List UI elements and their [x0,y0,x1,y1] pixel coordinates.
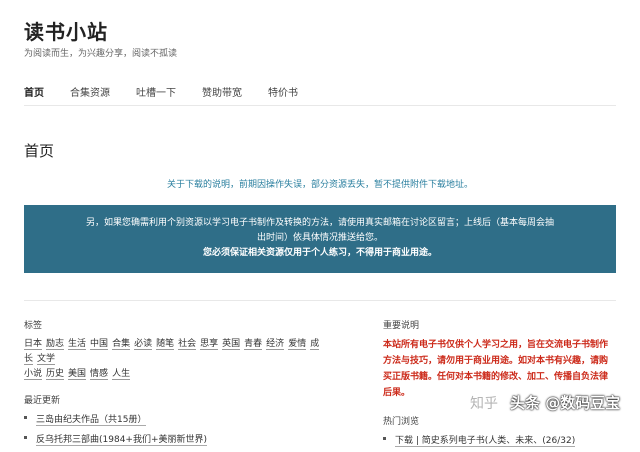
list-item: 反乌托邦三部曲(1984+我们+美丽新世界) [24,432,344,446]
tag-cloud: 日本 励志 生活 中国 合集 必读 随笔 社会 思享 英国 青春 经济 爱情 成长 文学 小说 历史 美国 情感 人生 [24,337,324,382]
recent-link[interactable]: 三岛由纪夫作品（共15册） [36,415,147,426]
left-sidebar: 标签 日本 励志 生活 中国 合集 必读 随笔 社会 思享 英国 青春 经济 爱情 成长 文学 小说 历史 美国情… [24,318,344,452]
tag-link[interactable]: 日本 [24,339,43,350]
tag-link[interactable]: 合集 [112,339,131,350]
nav-item-feedback[interactable]: 吐槽一下 [136,84,176,99]
site-title[interactable]: 读书小站 [24,16,108,45]
important-widget-title: 重要说明 [383,321,420,331]
site-description: 为阅读而生，为兴趣分享，阅读不孤读 [24,49,178,59]
banner-warning: 您必须保证相关资源仅用于个人练习，不得用于商业用途。 [202,248,437,258]
nav-item-deals[interactable]: 特价书 [268,84,298,99]
hot-link[interactable]: 下载 | 简史系列电子书(人类、未来、(26/32) [395,436,576,447]
recent-widget-title: 最近更新 [24,396,61,406]
nav-item-collections[interactable]: 合集资源 [70,84,110,99]
notice-banner: 另，如果您确需利用个别资源以学习电子书制作及转换的方法，请使用真实邮箱在讨论区留… [24,205,616,273]
main-nav: 首页 合集资源 吐槽一下 赞助带宽 特价书 [24,84,324,99]
tag-link[interactable]: 爱情 [288,339,307,350]
right-sidebar: 重要说明 本站所有电子书仅供个人学习之用，旨在交流电子书制作方法与技巧，请勿用于… [383,318,623,447]
zhihu-watermark: 知乎 [470,395,498,412]
tag-link[interactable]: 经济 [266,339,285,350]
tags-widget-title: 标签 [24,321,43,331]
tag-link[interactable]: 随笔 [156,339,175,350]
banner-message: 另，如果您确需利用个别资源以学习电子书制作及转换的方法，请使用真实邮箱在讨论区留… [85,218,554,243]
nav-item-home[interactable]: 首页 [24,84,44,99]
recent-link[interactable]: 反乌托邦三部曲(1984+我们+美丽新世界) [36,435,208,446]
hot-widget-title: 热门浏览 [383,417,420,427]
list-item: 三岛由纪夫作品（共15册） [24,412,344,426]
watermark-text: 头条 @数码豆宝 [510,394,621,412]
tag-link[interactable]: 思享 [200,339,219,350]
tag-link[interactable]: 小说 [24,369,43,380]
content-divider [24,300,616,301]
tag-link[interactable]: 中国 [90,339,109,350]
nav-item-sponsor[interactable]: 赞助带宽 [202,84,242,99]
tag-link[interactable]: 历史 [46,369,65,380]
page-title: 首页 [24,142,55,160]
download-notice: 关于下载的说明，前期因操作失误，部分资源丢失，暂不提供附件下载地址。 [166,180,473,190]
tag-link[interactable]: 社会 [178,339,197,350]
hot-list: 下载 | 简史系列电子书(人类、未来、(26/32) [383,433,623,447]
tag-link[interactable]: 必读 [134,339,153,350]
tag-link[interactable]: 励志 [46,339,65,350]
tag-link[interactable]: 人生 [112,369,131,380]
tag-link[interactable]: 英国 [222,339,241,350]
list-item: 下载 | 简史系列电子书(人类、未来、(26/32) [383,433,623,447]
tag-link[interactable]: 情感 [90,369,109,380]
watermark: 知乎 头条 @数码豆宝 [470,392,620,413]
tag-link[interactable]: 生活 [68,339,87,350]
tag-link[interactable]: 文学 [37,354,56,365]
tag-link[interactable]: 美国 [68,369,87,380]
tag-link[interactable]: 青春 [244,339,263,350]
nav-divider [24,105,616,106]
